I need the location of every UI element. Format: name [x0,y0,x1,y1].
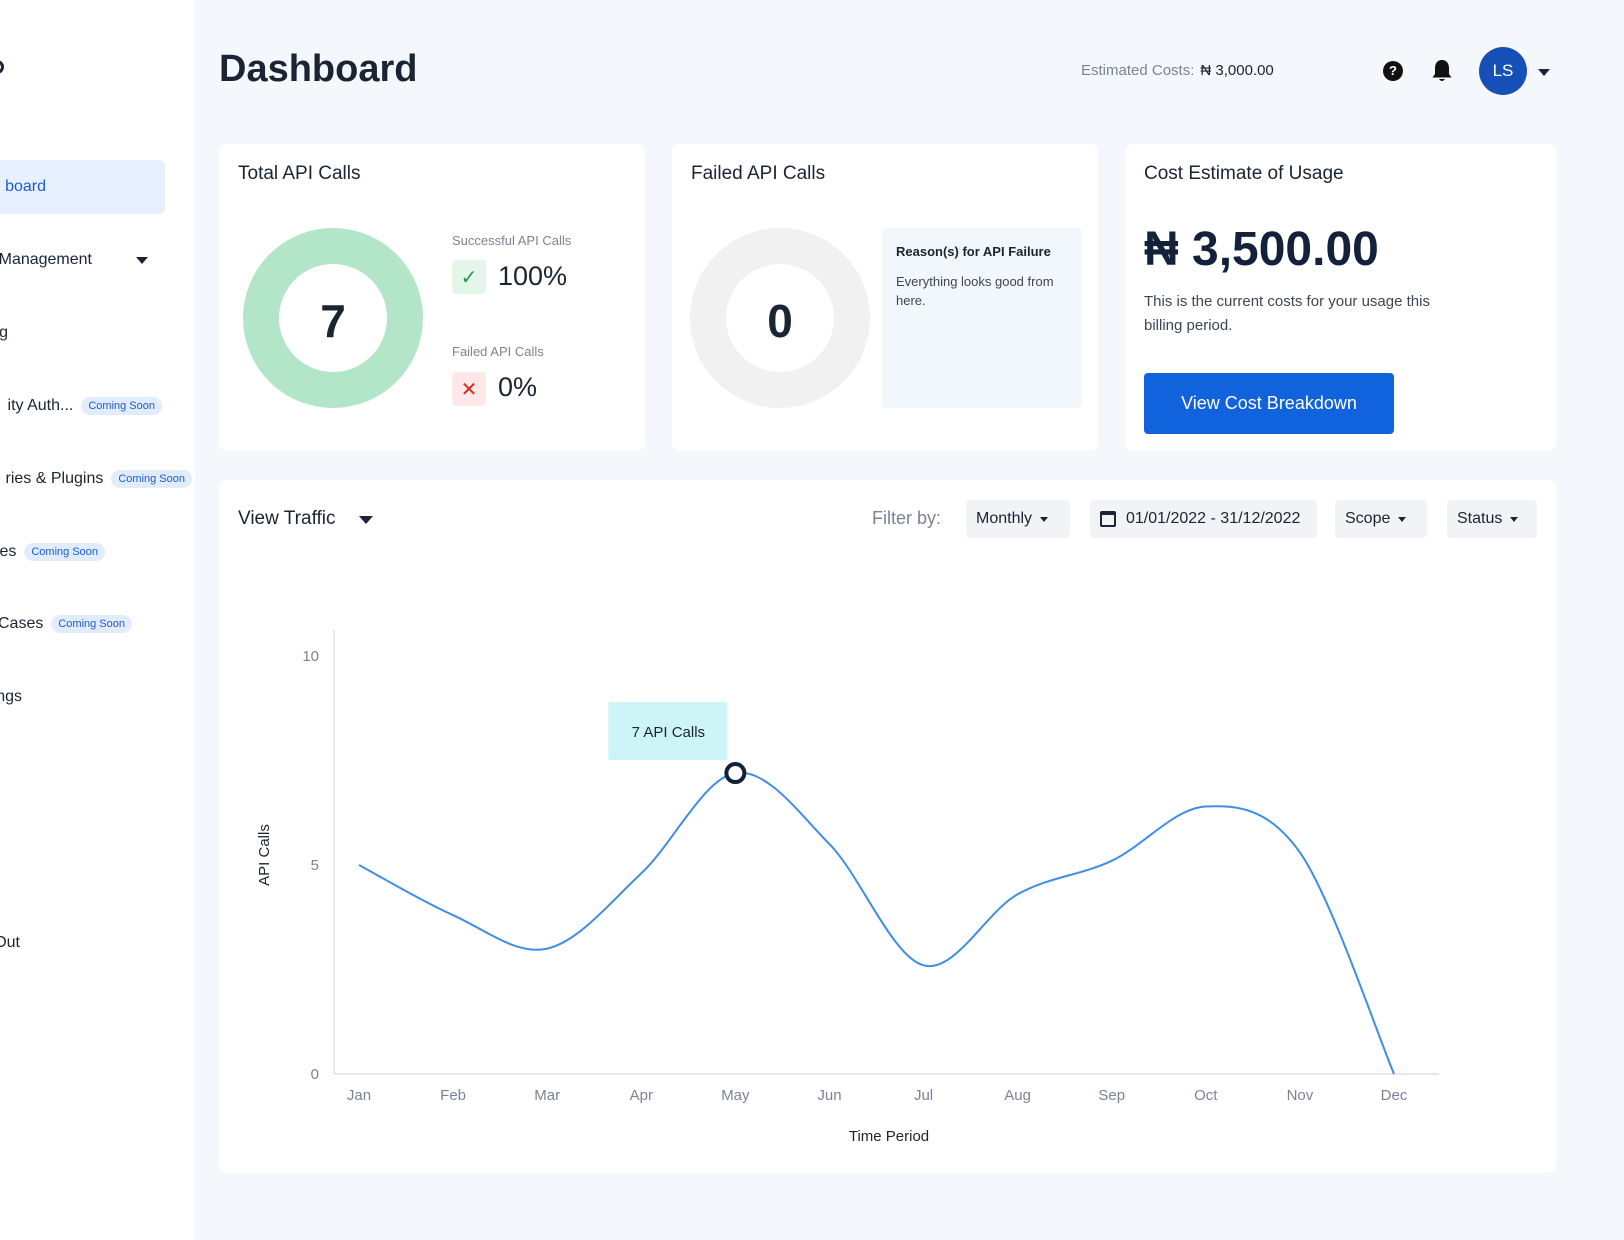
x-tick-label: Dec [1381,1087,1408,1104]
failed-calls-count: 0 [767,295,793,347]
y-tick-label: 0 [311,1066,319,1083]
sidebar-item-label: Management [0,251,92,268]
total-calls-count: 7 [320,295,346,347]
sidebar-item-guides[interactable]: es Coming Soon [0,525,105,579]
sidebar-item-text: ity Auth... [7,397,74,415]
chevron-down-icon [136,257,148,264]
card-title: Cost Estimate of Usage [1144,163,1344,184]
sidebar-item-management[interactable]: Management [0,233,148,287]
coming-soon-badge: Coming Soon [111,469,192,488]
card-title: Total API Calls [238,163,361,184]
coming-soon-badge: Coming Soon [24,542,105,561]
x-tick-label: Apr [630,1087,653,1104]
logo [0,60,4,74]
y-tick-label: 5 [311,857,319,874]
failed-calls-value: 0% [498,372,538,402]
sidebar-item-label: ngs [0,688,22,705]
card-title: Failed API Calls [691,163,826,184]
x-tick-label: Oct [1194,1087,1218,1104]
failed-calls-label: Failed API Calls [452,344,544,359]
sidebar: board Management g ity Auth... Coming Soo… [0,0,195,1240]
x-tick-label: Sep [1098,1087,1125,1104]
help-icon[interactable]: ? [1383,61,1403,81]
account-chevron-down-icon[interactable] [1538,69,1550,76]
y-tick-label: 10 [302,648,319,665]
x-icon: ✕ [452,372,486,406]
sidebar-item-logout[interactable]: Out [0,916,22,970]
traffic-card: View Traffic Filter by: Monthly 01/01/20… [219,480,1556,1173]
series-line [358,771,1395,1075]
x-tick-label: Feb [440,1087,466,1104]
successful-calls-value: 100% [498,261,568,291]
sidebar-item-label: ries & Plugins Coming Soon [5,469,192,488]
failed-api-calls-card: Failed API Calls 0 Reason(s) for API Fai… [672,144,1098,451]
x-tick-label: Jan [347,1087,371,1104]
cost-description: This is the current costs for your usage… [1144,293,1430,334]
sidebar-item-libraries-plugins[interactable]: ries & Plugins Coming Soon [0,452,192,506]
sidebar-item-label: Cases Coming Soon [0,614,132,633]
x-tick-label: Jul [914,1087,933,1104]
x-tick-label: Jun [817,1087,841,1104]
x-tick-label: Nov [1287,1087,1314,1104]
total-api-calls-card: Total API Calls 7 Successful API Calls ✓… [219,144,645,451]
main-content: Dashboard Estimated Costs: ₦ 3,000.00 ? L… [195,0,1624,1240]
failure-reasons-text: Everything looks good from here. [896,274,1054,308]
sidebar-item-settings[interactable]: ngs [0,670,24,724]
sidebar-item-text: es [0,543,17,561]
sidebar-item-dashboard[interactable]: board [0,160,165,214]
sidebar-item-label: Out [0,934,20,951]
cost-estimate-card: Cost Estimate of Usage ₦ 3,500.00 This i… [1125,144,1556,451]
coming-soon-badge: Coming Soon [81,396,162,415]
coming-soon-badge: Coming Soon [51,614,132,633]
x-tick-label: May [721,1087,750,1104]
x-tick-label: Mar [534,1087,560,1104]
sidebar-item-billing[interactable]: g [0,306,10,360]
sidebar-item-identity-auth[interactable]: ity Auth... Coming Soon [0,379,162,433]
estimated-costs-value: ₦ 3,000.00 [1200,62,1274,79]
failure-reasons-title: Reason(s) for API Failure [896,244,1051,259]
estimated-costs: Estimated Costs: ₦ 3,000.00 [1081,62,1274,79]
avatar[interactable]: LS [1479,47,1527,95]
tooltip-label: 7 API Calls [632,724,705,741]
successful-calls-label: Successful API Calls [452,233,572,248]
sidebar-item-label: ity Auth... Coming Soon [7,396,162,415]
y-axis-title: API Calls [256,824,273,886]
data-point-marker [724,762,747,785]
failure-reasons-panel: Reason(s) for API Failure Everything loo… [882,228,1082,408]
bell-icon[interactable] [1431,58,1453,84]
cost-amount: ₦ 3,500.00 [1144,223,1379,276]
sidebar-item-use-cases[interactable]: Cases Coming Soon [0,597,132,651]
sidebar-item-text: Cases [0,615,44,633]
sidebar-item-text: ries & Plugins [5,470,104,488]
view-cost-breakdown-button[interactable]: View Cost Breakdown [1144,373,1394,434]
check-icon: ✓ [452,260,486,294]
sidebar-item-label: g [0,324,8,341]
page-title: Dashboard [219,48,418,90]
traffic-line-chart: 0 5 10 Jan Feb Mar Apr May Jun Jul Aug Sep Oct Nov Dec… [256,630,1439,1145]
sidebar-item-label: es Coming Soon [0,542,105,561]
x-axis-title: Time Period [849,1128,929,1145]
x-tick-label: Aug [1004,1087,1031,1104]
estimated-costs-label: Estimated Costs: [1081,62,1195,79]
sidebar-item-label: board [5,178,46,195]
